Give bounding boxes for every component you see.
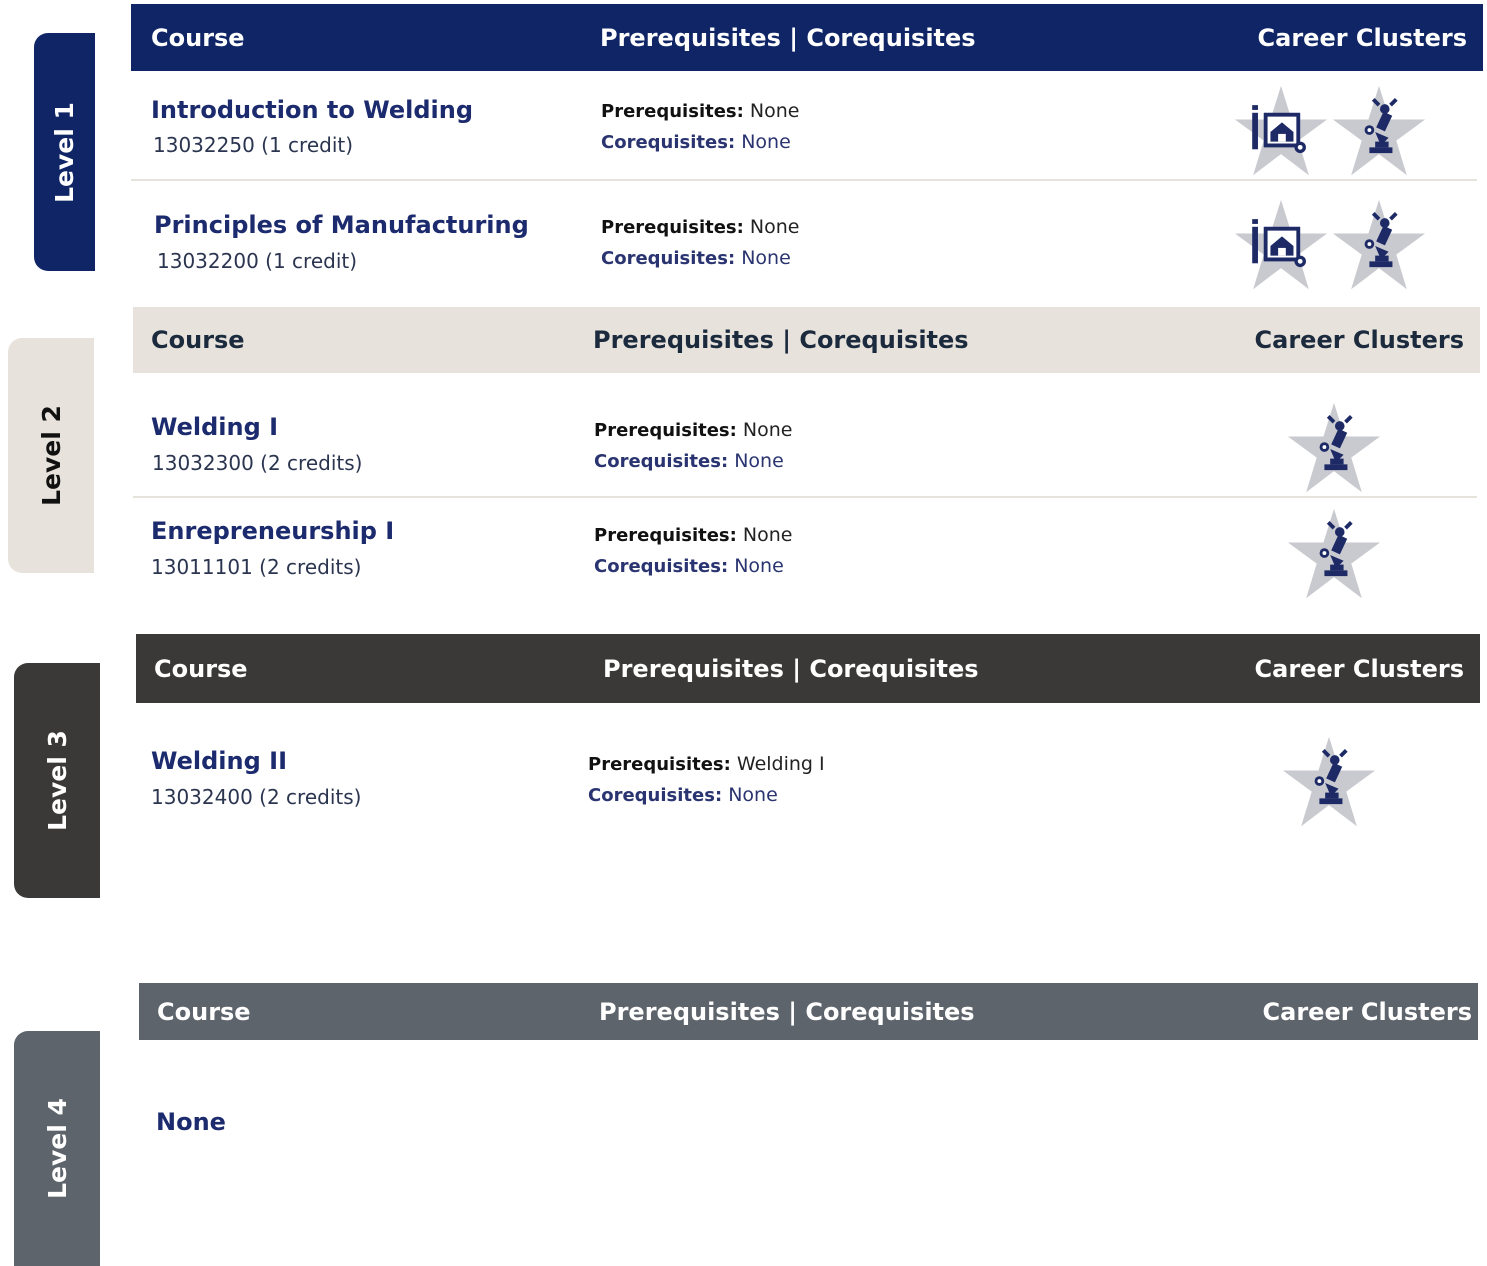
manufacturing-icon (1286, 507, 1382, 603)
prereq-value: None (742, 524, 793, 546)
course-requisites: Prerequisites: Welding I Corequisites: N… (588, 749, 825, 811)
row-divider (133, 496, 1477, 498)
header-course: Course (151, 326, 245, 354)
header-course: Course (157, 997, 251, 1026)
architecture-construction-icon (1233, 84, 1329, 180)
prereq-value: None (749, 100, 800, 122)
level-1-label: Level 1 (50, 101, 79, 203)
coreq-value: None (741, 247, 791, 269)
header-clusters: Career Clusters (1254, 326, 1464, 354)
prereq-label: Prerequisites: (594, 420, 737, 441)
coreq-value: None (734, 555, 784, 577)
level-3-label: Level 3 (42, 730, 72, 831)
course-code: 13032400 (2 credits) (151, 785, 362, 809)
prereq-label: Prerequisites: (601, 217, 744, 238)
course-requisites: Prerequisites: None Corequisites: None (594, 415, 792, 477)
coreq-value: None (728, 784, 778, 806)
header-clusters: Career Clusters (1254, 654, 1464, 683)
coreq-value: None (734, 450, 784, 472)
course-title: Principles of Manufacturing (154, 211, 529, 239)
coreq-label: Corequisites: (594, 556, 729, 577)
course-code: 13011101 (2 credits) (151, 555, 362, 579)
header-prereq: Prerequisites | Corequisites (593, 326, 969, 354)
prereq-label: Prerequisites: (601, 101, 744, 122)
manufacturing-icon (1281, 735, 1377, 831)
coreq-label: Corequisites: (601, 132, 736, 153)
course-requisites: Prerequisites: None Corequisites: None (601, 96, 799, 158)
level-4-tab: Level 4 (14, 1031, 100, 1266)
row-divider (131, 179, 1477, 181)
course-title: Enrepreneurship I (151, 517, 395, 545)
level-3-header: Course Prerequisites | Corequisites Care… (136, 634, 1480, 703)
prereq-label: Prerequisites: (594, 525, 737, 546)
level-2-label: Level 2 (36, 405, 66, 506)
course-title: Welding II (151, 747, 288, 775)
course-code: 13032200 (1 credit) (157, 249, 358, 273)
coreq-label: Corequisites: (588, 785, 723, 806)
level-1-header: Course Prerequisites | Corequisites Care… (131, 4, 1483, 71)
header-prereq: Prerequisites | Corequisites (603, 654, 979, 683)
coreq-label: Corequisites: (594, 451, 729, 472)
header-course: Course (151, 23, 245, 52)
level-2-header: Course Prerequisites | Corequisites Care… (133, 307, 1480, 373)
manufacturing-icon (1331, 84, 1427, 180)
header-prereq: Prerequisites | Corequisites (600, 23, 976, 52)
course-requisites: Prerequisites: None Corequisites: None (601, 212, 799, 274)
architecture-construction-icon (1233, 198, 1329, 294)
coreq-label: Corequisites: (601, 248, 736, 269)
manufacturing-icon (1286, 401, 1382, 497)
header-clusters: Career Clusters (1257, 23, 1467, 52)
course-requisites: Prerequisites: None Corequisites: None (594, 520, 792, 582)
manufacturing-icon (1331, 198, 1427, 294)
level-4-label: Level 4 (42, 1098, 72, 1199)
prereq-value: Welding I (736, 753, 825, 775)
level-3-tab: Level 3 (14, 663, 100, 898)
course-title: Introduction to Welding (151, 96, 474, 124)
prereq-label: Prerequisites: (588, 754, 731, 775)
prereq-value: None (742, 419, 793, 441)
header-prereq: Prerequisites | Corequisites (599, 997, 975, 1026)
level-2-tab: Level 2 (8, 338, 94, 573)
prereq-value: None (749, 216, 800, 238)
header-course: Course (154, 654, 248, 683)
course-code: 13032300 (2 credits) (152, 451, 363, 475)
course-title: Welding I (151, 413, 279, 441)
coreq-value: None (741, 131, 791, 153)
none-course: None (156, 1108, 226, 1136)
level-4-header: Course Prerequisites | Corequisites Care… (139, 983, 1478, 1040)
header-clusters: Career Clusters (1262, 997, 1472, 1026)
level-1-tab: Level 1 (34, 33, 95, 271)
course-code: 13032250 (1 credit) (153, 133, 354, 157)
